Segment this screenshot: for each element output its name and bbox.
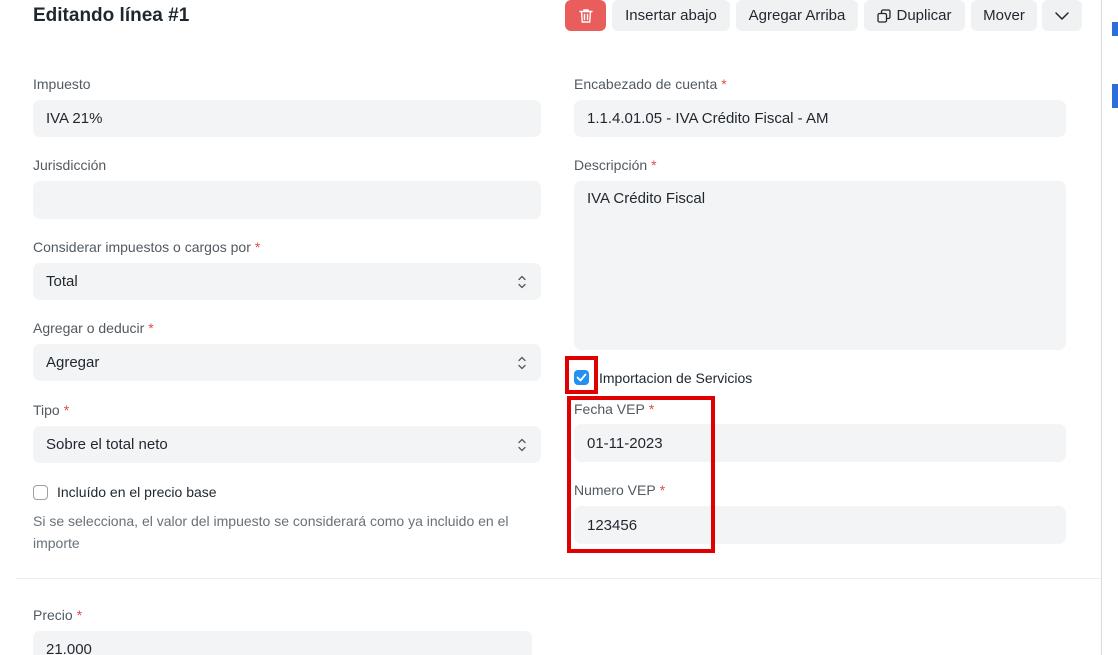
jurisdiccion-label: Jurisdicción (33, 157, 106, 173)
highlight-checkbox-box (565, 356, 598, 394)
required-marker: * (148, 320, 154, 336)
considerar-label: Considerar impuestos o cargos por * (33, 239, 260, 255)
tipo-value: Sobre el total neto (46, 436, 168, 453)
add-above-button[interactable]: Agregar Arriba (736, 0, 858, 31)
duplicate-button[interactable]: Duplicar (864, 0, 965, 31)
jurisdiccion-input[interactable] (33, 181, 541, 219)
move-label: Mover (983, 7, 1025, 24)
dialog-title: Editando línea #1 (33, 5, 190, 26)
cuenta-label: Encabezado de cuenta * (574, 76, 727, 92)
descripcion-textarea[interactable]: IVA Crédito Fiscal (574, 181, 1066, 350)
impuesto-label-text: Impuesto (33, 76, 91, 92)
descripcion-value: IVA Crédito Fiscal (587, 190, 706, 207)
agregar-label-text: Agregar o deducir (33, 320, 145, 336)
copy-icon (877, 8, 892, 23)
jurisdiccion-label-text: Jurisdicción (33, 157, 107, 173)
dialog-edge (1101, 0, 1102, 655)
section-divider (16, 578, 1101, 579)
required-marker: * (76, 607, 83, 623)
impuesto-value: IVA 21% (46, 110, 103, 127)
delete-button[interactable] (565, 0, 606, 31)
considerar-label-text: Considerar impuestos o cargos por (33, 239, 251, 255)
tipo-select[interactable]: Sobre el total neto (33, 426, 541, 463)
considerar-value: Total (46, 273, 78, 290)
precio-label: Precio * (33, 607, 82, 623)
tipo-label: Tipo * (33, 402, 69, 418)
incluido-help-line2: importe (33, 535, 80, 551)
precio-value: 21.000 (46, 641, 92, 655)
insert-below-label: Insertar abajo (625, 7, 717, 24)
incluido-label: Incluído en el precio base (57, 484, 217, 500)
descripcion-label: Descripción * (574, 157, 657, 173)
highlight-vep-box (567, 396, 715, 553)
agregar-value: Agregar (46, 354, 100, 371)
incluido-checkbox[interactable] (33, 485, 48, 500)
select-arrows-icon (518, 438, 526, 451)
insert-below-button[interactable]: Insertar abajo (612, 0, 730, 31)
chevron-down-icon (1055, 11, 1069, 20)
more-button[interactable] (1042, 0, 1082, 31)
required-marker: * (721, 76, 727, 92)
agregar-label: Agregar o deducir * (33, 320, 154, 336)
cuenta-value: 1.1.4.01.05 - IVA Crédito Fiscal - AM (587, 110, 829, 127)
add-above-label: Agregar Arriba (748, 7, 846, 24)
trash-icon (578, 8, 593, 23)
cuenta-label-text: Encabezado de cuenta (574, 76, 718, 92)
tipo-label-text: Tipo (33, 402, 60, 418)
descripcion-label-text: Descripción (574, 157, 648, 173)
importacion-label: Importacion de Servicios (599, 370, 753, 386)
required-marker: * (63, 402, 70, 418)
select-arrows-icon (518, 275, 526, 288)
required-marker: * (254, 239, 261, 255)
considerar-select[interactable]: Total (33, 263, 541, 300)
impuesto-label: Impuesto (33, 76, 91, 92)
cuenta-input[interactable]: 1.1.4.01.05 - IVA Crédito Fiscal - AM (574, 100, 1066, 137)
incluido-help: Si se selecciona, el valor del impuesto … (33, 510, 533, 554)
background-edge-mark (1112, 84, 1118, 108)
precio-input[interactable]: 21.000 (33, 631, 532, 655)
impuesto-input[interactable]: IVA 21% (33, 100, 541, 137)
duplicate-label: Duplicar (896, 7, 952, 24)
precio-label-text: Precio (33, 607, 73, 623)
move-button[interactable]: Mover (971, 0, 1037, 31)
agregar-select[interactable]: Agregar (33, 344, 541, 381)
required-marker: * (651, 157, 657, 173)
background-edge-mark (1112, 22, 1118, 36)
select-arrows-icon (518, 356, 526, 369)
incluido-help-line1: Si se selecciona, el valor del impuesto … (33, 513, 509, 529)
